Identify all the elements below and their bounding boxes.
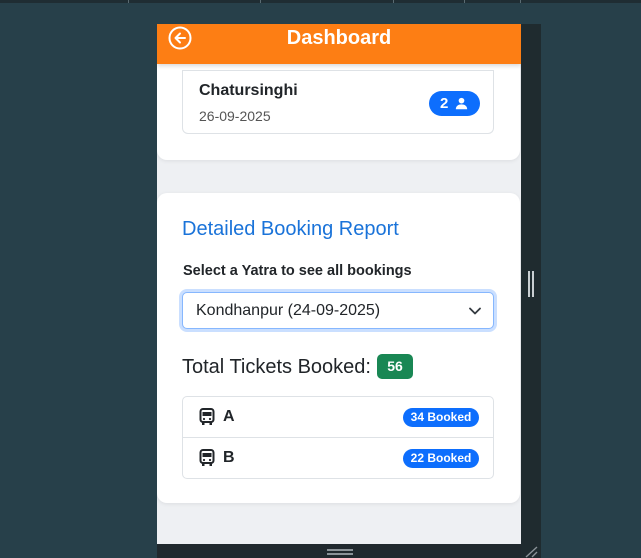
divider xyxy=(393,0,394,3)
divider xyxy=(128,0,129,3)
bus-name: A xyxy=(223,408,235,425)
app-header: Dashboard xyxy=(157,24,521,64)
divider xyxy=(520,0,521,3)
yatra-select[interactable]: Kondhanpur (24-09-2025) xyxy=(182,292,494,329)
total-tickets-label: Total Tickets Booked: xyxy=(182,356,371,378)
total-tickets-badge: 56 xyxy=(377,354,413,379)
chevron-down-icon xyxy=(469,307,481,315)
bus-icon xyxy=(199,408,215,425)
bus-name: B xyxy=(223,449,235,466)
resize-grip[interactable] xyxy=(528,271,534,297)
select-label: Select a Yatra to see all bookings xyxy=(183,263,412,279)
booking-count-badge: 2 xyxy=(429,91,480,116)
list-item[interactable]: A 34 Booked xyxy=(183,397,493,438)
window-top-strip xyxy=(0,0,641,3)
bus-booked-badge: 22 Booked xyxy=(403,449,479,468)
booking-count: 2 xyxy=(440,95,449,112)
report-title: Detailed Booking Report xyxy=(182,218,399,240)
drag-handle[interactable] xyxy=(327,549,353,555)
yatra-name: Chatursinghi xyxy=(199,82,298,99)
bus-icon xyxy=(199,449,215,466)
divider xyxy=(464,0,465,3)
resize-corner-icon[interactable] xyxy=(523,546,539,558)
list-item[interactable]: B 22 Booked xyxy=(183,438,493,478)
bus-list: A 34 Booked B 22 Booked xyxy=(182,396,494,479)
bus-booked-badge: 34 Booked xyxy=(403,408,479,427)
selected-yatra: Kondhanpur (24-09-2025) xyxy=(196,302,381,319)
page-title: Dashboard xyxy=(286,27,392,49)
phone-viewport: Chatursinghi 26-09-2025 2 Dashboard Deta… xyxy=(157,24,521,544)
list-item[interactable]: Chatursinghi 26-09-2025 2 xyxy=(182,70,494,134)
yatra-date: 26-09-2025 xyxy=(199,108,271,124)
divider xyxy=(260,0,261,3)
person-icon xyxy=(455,97,468,110)
booking-report-card: Detailed Booking Report Select a Yatra t… xyxy=(157,193,520,503)
